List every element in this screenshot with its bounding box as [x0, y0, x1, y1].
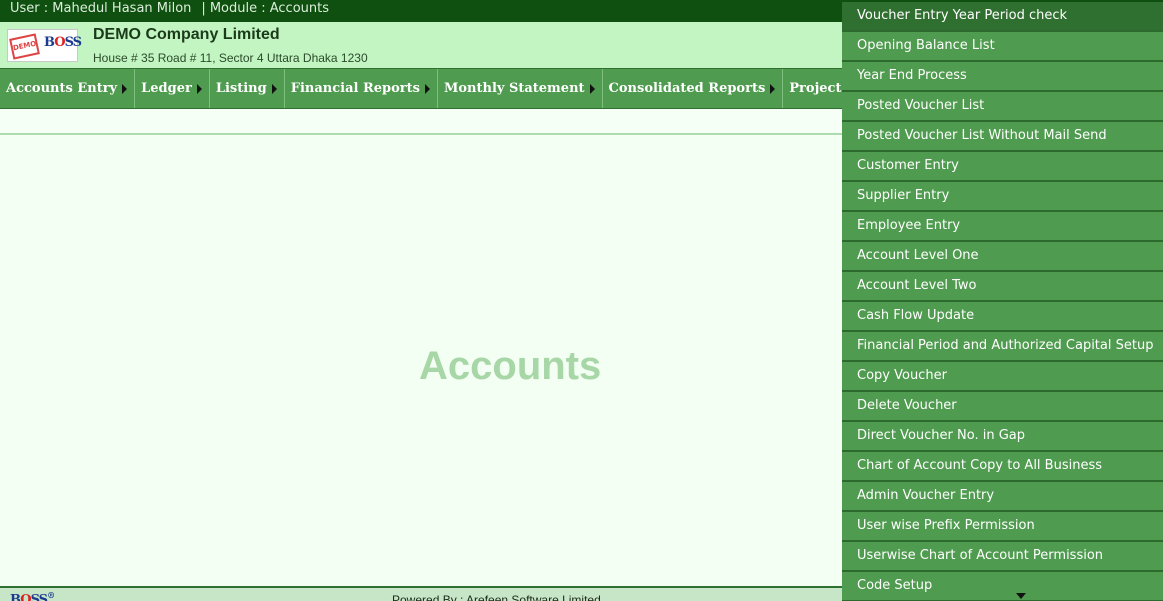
nav-item-listing[interactable]: Listing — [210, 69, 285, 108]
menu-item-user-wise-prefix-permission[interactable]: User wise Prefix Permission — [842, 512, 1163, 542]
nav-item-ledger[interactable]: Ledger — [135, 69, 210, 108]
menu-item-admin-voucher-entry[interactable]: Admin Voucher Entry — [842, 482, 1163, 512]
nav-item-monthly-statement[interactable]: Monthly Statement — [438, 69, 603, 108]
menu-item-financial-period-setup[interactable]: Financial Period and Authorized Capital … — [842, 332, 1163, 362]
menu-item-copy-voucher[interactable]: Copy Voucher — [842, 362, 1163, 392]
topbar-separator: | — [201, 1, 206, 16]
submenu-arrow-icon — [196, 83, 202, 94]
menu-item-chart-of-account-copy[interactable]: Chart of Account Copy to All Business — [842, 452, 1163, 482]
menu-item-posted-voucher-list-without-mail[interactable]: Posted Voucher List Without Mail Send — [842, 122, 1163, 152]
menu-item-account-level-one[interactable]: Account Level One — [842, 242, 1163, 272]
menu-item-employee-entry[interactable]: Employee Entry — [842, 212, 1163, 242]
menu-item-userwise-chart-permission[interactable]: Userwise Chart of Account Permission — [842, 542, 1163, 572]
scroll-down-arrow-icon[interactable] — [1016, 593, 1026, 599]
module-name-text: Module : Accounts — [209, 1, 329, 16]
menu-item-opening-balance-list[interactable]: Opening Balance List — [842, 32, 1163, 62]
module-watermark-title: Accounts — [419, 344, 602, 388]
menu-item-delete-voucher[interactable]: Delete Voucher — [842, 392, 1163, 422]
submenu-arrow-icon — [589, 83, 595, 94]
menu-item-year-end-process[interactable]: Year End Process — [842, 62, 1163, 92]
nav-item-financial-reports[interactable]: Financial Reports — [285, 69, 438, 108]
menu-item-supplier-entry[interactable]: Supplier Entry — [842, 182, 1163, 212]
nav-item-accounts-entry[interactable]: Accounts Entry — [0, 69, 136, 108]
footer-boss-logo: BOSS® — [10, 590, 55, 601]
menu-item-cash-flow-update[interactable]: Cash Flow Update — [842, 302, 1163, 332]
submenu-arrow-icon — [424, 83, 430, 94]
menu-item-code-setup[interactable]: Code Setup — [842, 572, 1163, 601]
menu-item-voucher-entry-year-period-check[interactable]: Voucher Entry Year Period check — [842, 2, 1163, 32]
nav-item-consolidated-reports[interactable]: Consolidated Reports — [603, 69, 784, 108]
company-logo[interactable]: DEMO BOSS — [7, 29, 82, 62]
submenu-arrow-icon — [271, 83, 277, 94]
company-address: House # 35 Road # 11, Sector 4 Uttara Dh… — [93, 51, 368, 65]
boss-logo-mark: BOSS — [44, 35, 82, 50]
menu-item-direct-voucher-gap[interactable]: Direct Voucher No. in Gap — [842, 422, 1163, 452]
submenu-arrow-icon — [122, 83, 128, 94]
demo-stamp: DEMO — [9, 33, 40, 60]
accounts-entry-dropdown-menu: Voucher Entry Year Period check Opening … — [842, 2, 1163, 601]
powered-by-text: Powered By : Arefeen Software Limited — [392, 593, 601, 601]
submenu-arrow-icon — [770, 83, 776, 94]
menu-item-posted-voucher-list[interactable]: Posted Voucher List — [842, 92, 1163, 122]
company-name: DEMO Company Limited — [93, 26, 280, 43]
user-name-text: User : Mahedul Hasan Milon — [10, 1, 192, 16]
menu-item-customer-entry[interactable]: Customer Entry — [842, 152, 1163, 182]
menu-item-account-level-two[interactable]: Account Level Two — [842, 272, 1163, 302]
